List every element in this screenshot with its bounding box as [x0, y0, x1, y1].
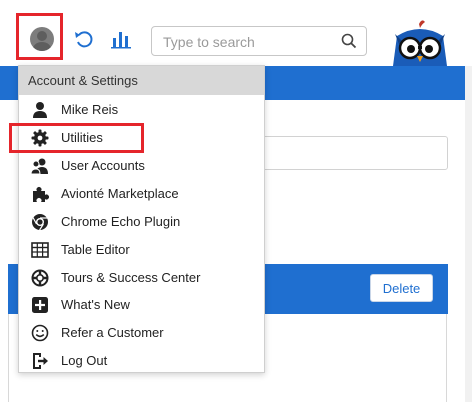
- menu-item-log-out[interactable]: Log Out: [19, 348, 264, 374]
- content-input-field[interactable]: [250, 136, 448, 170]
- smile-icon: [31, 324, 49, 342]
- menu-item-label: Table Editor: [61, 242, 130, 257]
- menu-item-table-editor[interactable]: Table Editor: [19, 237, 264, 263]
- menu-item-label: Chrome Echo Plugin: [61, 214, 181, 229]
- scrollbar-track[interactable]: [465, 66, 472, 402]
- delete-button[interactable]: Delete: [370, 274, 433, 302]
- menu-item-whats-new[interactable]: What's New: [19, 292, 264, 318]
- search-input[interactable]: [161, 31, 335, 53]
- plus-square-icon: [32, 297, 48, 313]
- panel-header-left: [8, 264, 18, 314]
- users-icon: [31, 158, 48, 175]
- account-settings-dropdown: Account & Settings Mike Reis Utilities U…: [18, 65, 265, 373]
- menu-item-label: User Accounts: [61, 158, 145, 173]
- top-bar: [0, 0, 472, 66]
- menu-item-user-accounts[interactable]: User Accounts: [19, 153, 264, 179]
- menu-item-utilities[interactable]: Utilities: [19, 125, 264, 151]
- dropdown-title: Account & Settings: [19, 66, 264, 95]
- menu-item-label: Mike Reis: [61, 102, 119, 117]
- menu-item-profile[interactable]: Mike Reis: [19, 97, 264, 123]
- menu-item-marketplace[interactable]: Avionté Marketplace: [19, 181, 264, 207]
- panel-border-left: [8, 314, 9, 402]
- panel-border-right: [446, 314, 447, 402]
- owl-mascot-logo: [393, 20, 447, 66]
- bar-chart-icon[interactable]: [110, 28, 132, 50]
- menu-item-label: Avionté Marketplace: [61, 186, 179, 201]
- logout-icon: [33, 353, 48, 369]
- menu-item-label: Log Out: [61, 353, 108, 368]
- menu-item-label: What's New: [61, 297, 130, 312]
- menu-item-chrome-plugin[interactable]: Chrome Echo Plugin: [19, 209, 264, 235]
- menu-item-refer-customer[interactable]: Refer a Customer: [19, 320, 264, 346]
- avatar-button[interactable]: [16, 13, 63, 60]
- user-icon: [33, 102, 47, 118]
- lifebuoy-icon: [31, 269, 49, 287]
- gear-icon: [31, 129, 49, 147]
- refresh-icon[interactable]: [73, 28, 95, 50]
- search-icon[interactable]: [341, 33, 357, 49]
- menu-item-label: Utilities: [61, 130, 103, 145]
- avatar: [30, 27, 54, 51]
- puzzle-icon: [33, 187, 49, 202]
- chrome-icon: [32, 214, 48, 231]
- menu-item-tours-success[interactable]: Tours & Success Center: [19, 265, 264, 291]
- menu-item-label: Refer a Customer: [61, 325, 164, 340]
- menu-item-label: Tours & Success Center: [61, 270, 201, 285]
- table-icon: [31, 242, 49, 258]
- search-box[interactable]: [151, 26, 367, 56]
